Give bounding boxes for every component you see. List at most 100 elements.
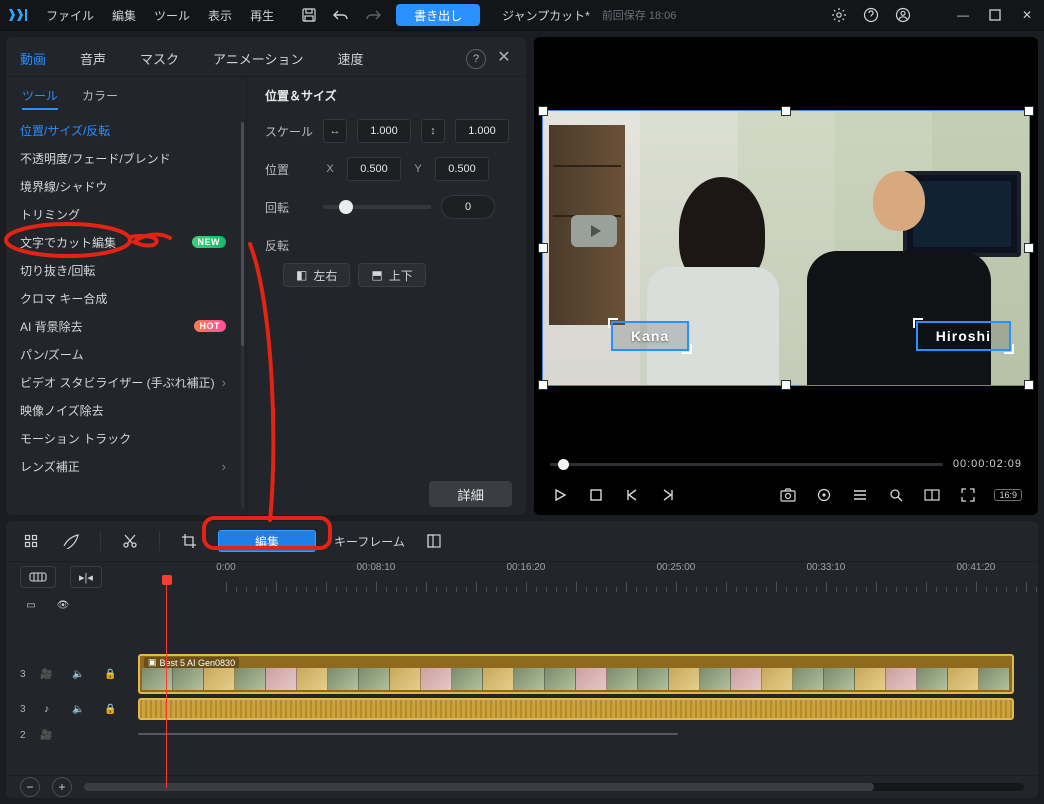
tool-item[interactable]: 不透明度/フェード/ブレンド bbox=[6, 144, 240, 172]
timeline-scrollbar[interactable] bbox=[84, 783, 1024, 791]
redo-icon[interactable] bbox=[364, 6, 382, 24]
lock-icon[interactable]: 🔒 bbox=[100, 698, 122, 720]
preview-canvas[interactable]: Kana Hiroshi bbox=[540, 43, 1032, 453]
track-number: 3 bbox=[20, 704, 26, 715]
zoom-icon[interactable] bbox=[886, 485, 906, 505]
scale-y-input[interactable] bbox=[455, 119, 509, 143]
tool-item[interactable]: トリミング bbox=[6, 200, 240, 228]
flip-vertical-button[interactable]: ⬒上下 bbox=[358, 263, 425, 287]
window-close-icon[interactable]: ✕ bbox=[1018, 6, 1036, 24]
play-range-icon[interactable]: ▸|◂ bbox=[70, 566, 102, 588]
zoom-out-icon[interactable]: − bbox=[20, 777, 40, 797]
preview-seek-slider[interactable] bbox=[550, 463, 943, 466]
tab-animation[interactable]: アニメーション bbox=[213, 49, 303, 68]
flip-horizontal-button[interactable]: ◧左右 bbox=[283, 263, 350, 287]
window-minimize-icon[interactable]: ― bbox=[954, 6, 972, 24]
tool-item[interactable]: 映像ノイズ除去 bbox=[6, 396, 240, 424]
help-icon[interactable] bbox=[862, 6, 880, 24]
rotation-value[interactable]: 0 bbox=[441, 195, 495, 219]
video-track-icon: 🎥 bbox=[36, 663, 58, 685]
pos-y-input[interactable] bbox=[435, 157, 489, 181]
color-icon[interactable] bbox=[814, 485, 834, 505]
tab-speed[interactable]: 速度 bbox=[338, 49, 364, 68]
mute-icon[interactable]: 🔈 bbox=[68, 663, 90, 685]
stop-icon[interactable] bbox=[586, 485, 606, 505]
scale-width-icon[interactable]: ↔ bbox=[323, 119, 347, 143]
empty-clip[interactable] bbox=[138, 733, 678, 735]
main-menu: ファイル 編集 ツール 表示 再生 bbox=[46, 7, 274, 24]
menu-play[interactable]: 再生 bbox=[250, 7, 274, 24]
tool-scrollbar[interactable] bbox=[241, 122, 244, 509]
menu-tools[interactable]: ツール bbox=[154, 7, 190, 24]
tool-item[interactable]: 切り抜き/回転 bbox=[6, 256, 240, 284]
tool-item[interactable]: AI 背景除去HOT bbox=[6, 312, 240, 340]
scale-height-icon[interactable]: ↕ bbox=[421, 119, 445, 143]
save-icon[interactable] bbox=[300, 6, 318, 24]
tool-item[interactable]: クロマ キー合成 bbox=[6, 284, 240, 312]
tool-item[interactable]: モーション トラック bbox=[6, 424, 240, 452]
next-frame-icon[interactable] bbox=[658, 485, 678, 505]
prev-frame-icon[interactable] bbox=[622, 485, 642, 505]
subtab-color[interactable]: カラー bbox=[82, 87, 118, 110]
keyframe-panel-icon[interactable] bbox=[423, 530, 445, 552]
tab-video[interactable]: 動画 bbox=[20, 49, 46, 68]
cut-tool-icon[interactable] bbox=[119, 530, 141, 552]
document-title: ジャンプカット* bbox=[502, 7, 590, 24]
nametag-right[interactable]: Hiroshi bbox=[916, 321, 1011, 351]
menu-file[interactable]: ファイル bbox=[46, 7, 94, 24]
rotation-slider[interactable] bbox=[323, 205, 431, 209]
tool-item[interactable]: 境界線/シャドウ bbox=[6, 172, 240, 200]
video-clip[interactable]: ▣Best 5 AI Gen0830 bbox=[138, 654, 1014, 694]
window-maximize-icon[interactable] bbox=[986, 6, 1004, 24]
panel-help-icon[interactable]: ? bbox=[466, 49, 486, 69]
last-saved: 前回保存 18:06 bbox=[602, 7, 677, 23]
detail-button[interactable]: 詳細 bbox=[429, 481, 512, 507]
zoom-in-icon[interactable]: + bbox=[52, 777, 72, 797]
audio-clip[interactable] bbox=[138, 698, 1014, 720]
export-button[interactable]: 書き出し bbox=[396, 4, 480, 26]
audio-track-icon: ♪ bbox=[36, 698, 58, 720]
nametag-left[interactable]: Kana bbox=[611, 321, 689, 351]
mute-icon[interactable]: 🔈 bbox=[68, 698, 90, 720]
tool-item[interactable]: パン/ズーム bbox=[6, 340, 240, 368]
playhead[interactable] bbox=[166, 581, 167, 788]
account-icon[interactable] bbox=[894, 6, 912, 24]
snapshot-icon[interactable] bbox=[778, 485, 798, 505]
pen-tool-icon[interactable] bbox=[60, 530, 82, 552]
lock-icon[interactable]: 🔒 bbox=[100, 663, 122, 685]
inspector-panel: 動画 音声 マスク アニメーション 速度 ? ✕ ツール カラー 位置/サイズ/… bbox=[6, 37, 526, 515]
keyframe-label[interactable]: キーフレーム bbox=[334, 533, 405, 550]
panel-close-icon[interactable]: ✕ bbox=[494, 47, 514, 67]
tool-item[interactable]: 文字でカット編集NEW bbox=[6, 228, 240, 256]
subtab-tools[interactable]: ツール bbox=[22, 87, 58, 110]
play-icon[interactable] bbox=[550, 485, 570, 505]
timecode: 00:00:02:09 bbox=[953, 458, 1022, 470]
edit-button[interactable]: 編集 bbox=[218, 530, 316, 552]
label-rotation: 回転 bbox=[265, 199, 313, 216]
tool-item[interactable]: 位置/サイズ/反転 bbox=[6, 116, 240, 144]
aspect-ratio[interactable]: 16:9 bbox=[994, 489, 1022, 501]
crop-tool-icon[interactable] bbox=[178, 530, 200, 552]
visibility-icon[interactable]: 👁 bbox=[52, 594, 74, 616]
tool-item[interactable]: レンズ補正› bbox=[6, 452, 240, 480]
pos-x-input[interactable] bbox=[347, 157, 401, 181]
list-icon[interactable] bbox=[850, 485, 870, 505]
compare-icon[interactable] bbox=[922, 485, 942, 505]
tool-item[interactable]: ビデオ スタビライザー (手ぶれ補正)› bbox=[6, 368, 240, 396]
thumbnail-icon[interactable]: ▭ bbox=[20, 594, 42, 616]
title-bar: ファイル 編集 ツール 表示 再生 書き出し ジャンプカット* 前回保存 18:… bbox=[0, 0, 1044, 31]
video-frame[interactable]: Kana Hiroshi bbox=[542, 110, 1030, 386]
timeline-mode-icon[interactable] bbox=[20, 566, 56, 588]
settings-icon[interactable] bbox=[830, 6, 848, 24]
menu-view[interactable]: 表示 bbox=[208, 7, 232, 24]
tool-sidebar: ツール カラー 位置/サイズ/反転不透明度/フェード/ブレンド境界線/シャドウト… bbox=[6, 77, 247, 515]
tab-audio[interactable]: 音声 bbox=[80, 49, 106, 68]
tab-mask[interactable]: マスク bbox=[140, 49, 179, 68]
inspector-tabs: 動画 音声 マスク アニメーション 速度 ? ✕ bbox=[6, 37, 526, 77]
select-tool-icon[interactable] bbox=[20, 530, 42, 552]
label-x: X bbox=[323, 163, 337, 175]
scale-x-input[interactable] bbox=[357, 119, 411, 143]
undo-icon[interactable] bbox=[332, 6, 350, 24]
fullscreen-icon[interactable] bbox=[958, 485, 978, 505]
menu-edit[interactable]: 編集 bbox=[112, 7, 136, 24]
